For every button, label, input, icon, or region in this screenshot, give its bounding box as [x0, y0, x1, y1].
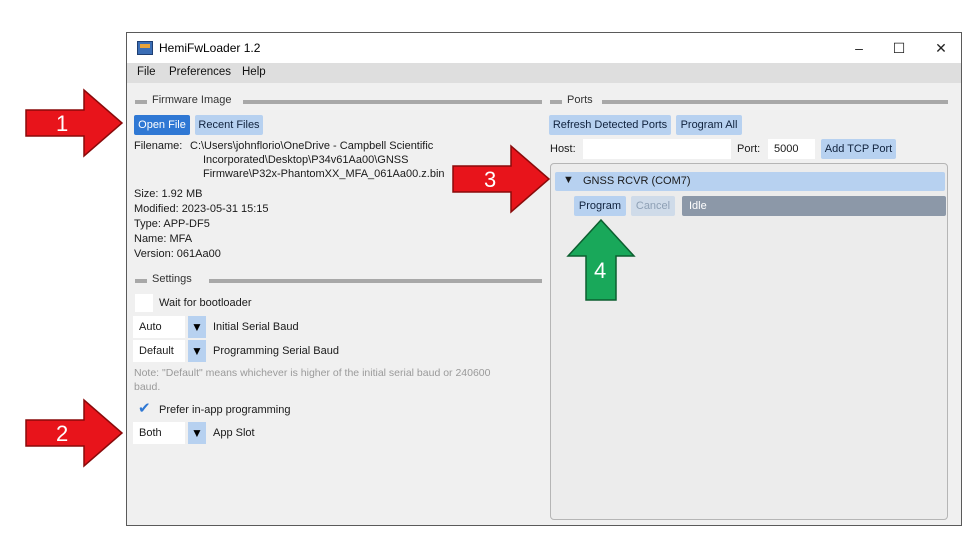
menu-help[interactable]: Help [242, 66, 266, 78]
menu-bar: File Preferences Help [127, 63, 961, 83]
ports-list-panel: ▼ GNSS RCVR (COM7) Program Cancel Idle [550, 163, 948, 520]
rule-long [602, 100, 948, 104]
annotation-arrow-3 [452, 144, 551, 214]
annotation-arrow-1 [25, 88, 124, 158]
refresh-ports-button[interactable]: Refresh Detected Ports [549, 115, 671, 135]
settings-section-label: Settings [149, 273, 195, 285]
host-input[interactable] [583, 139, 731, 159]
file-type: Type: APP-DF5 [134, 218, 210, 230]
chevron-down-icon[interactable]: ▼ [188, 316, 206, 338]
expand-triangle-icon[interactable]: ▼ [563, 174, 574, 186]
rule-long [209, 279, 542, 283]
annotation-number-2: 2 [56, 421, 69, 446]
cancel-button[interactable]: Cancel [631, 196, 675, 216]
chevron-down-icon[interactable]: ▼ [188, 340, 206, 362]
programming-baud-select[interactable]: Default [133, 340, 185, 362]
ports-section-header: Ports [550, 94, 948, 108]
rule-short [135, 279, 147, 283]
status-idle: Idle [682, 196, 946, 216]
device-name: GNSS RCVR (COM7) [583, 175, 691, 187]
prefer-inapp-label: Prefer in-app programming [159, 404, 291, 416]
file-size: Size: 1.92 MB [134, 188, 203, 200]
app-window: HemiFwLoader 1.2 – ☐ ✕ File Preferences … [126, 32, 962, 526]
minimize-icon[interactable]: – [839, 37, 879, 59]
rule-short [550, 100, 562, 104]
port-label: Port: [737, 143, 761, 155]
program-all-button[interactable]: Program All [676, 115, 742, 135]
open-file-button[interactable]: Open File [134, 115, 190, 135]
add-tcp-port-button[interactable]: Add TCP Port [821, 139, 896, 159]
annotation-number-3: 3 [484, 167, 497, 192]
filename-line-1: C:\Users\johnflorio\OneDrive - Campbell … [190, 140, 434, 152]
device-row-header[interactable]: ▼ GNSS RCVR (COM7) [555, 172, 945, 191]
file-name: Name: MFA [134, 233, 193, 245]
file-modified: Modified: 2023-05-31 15:15 [134, 203, 269, 215]
filename-line-2: Incorporated\Desktop\P34v61Aa00\GNSS [203, 154, 409, 166]
baud-note-line-2: baud. [134, 381, 161, 393]
initial-baud-label: Initial Serial Baud [213, 321, 299, 333]
filename-label: Filename: [134, 140, 183, 152]
prefer-inapp-checkbox[interactable]: ✔ [135, 400, 153, 418]
menu-file[interactable]: File [137, 66, 156, 78]
maximize-icon[interactable]: ☐ [879, 37, 919, 59]
programming-baud-label: Programming Serial Baud [213, 345, 339, 357]
wait-bootloader-label: Wait for bootloader [159, 297, 252, 309]
recent-files-button[interactable]: Recent Files [195, 115, 263, 135]
program-button[interactable]: Program [574, 196, 626, 216]
annotation-number-4: 4 [594, 258, 607, 283]
close-icon[interactable]: ✕ [921, 37, 961, 59]
annotation-arrow-2 [25, 398, 124, 468]
wait-bootloader-checkbox[interactable] [135, 294, 153, 312]
filename-line-3: Firmware\P32x-PhantomXX_MFA_061Aa00.z.bi… [203, 168, 445, 180]
app-slot-label: App Slot [213, 427, 255, 439]
port-input[interactable]: 5000 [768, 139, 815, 159]
initial-baud-select[interactable]: Auto [133, 316, 185, 338]
ports-section-label: Ports [564, 94, 596, 106]
firmware-section-label: Firmware Image [149, 94, 235, 106]
rule-short [135, 100, 147, 104]
app-logo-icon [137, 41, 153, 55]
menu-preferences[interactable]: Preferences [169, 66, 231, 78]
title-bar: HemiFwLoader 1.2 – ☐ ✕ [127, 33, 961, 63]
baud-note-line-1: Note: "Default" means whichever is highe… [134, 367, 491, 379]
settings-section-header: Settings [135, 273, 542, 287]
window-title: HemiFwLoader 1.2 [159, 41, 261, 55]
host-label: Host: [550, 143, 576, 155]
firmware-section-header: Firmware Image [135, 94, 542, 108]
chevron-down-icon[interactable]: ▼ [188, 422, 206, 444]
file-version: Version: 061Aa00 [134, 248, 221, 260]
checkmark-icon: ✔ [138, 400, 151, 417]
annotation-number-1: 1 [56, 111, 69, 136]
rule-long [243, 100, 542, 104]
app-slot-select[interactable]: Both [133, 422, 185, 444]
